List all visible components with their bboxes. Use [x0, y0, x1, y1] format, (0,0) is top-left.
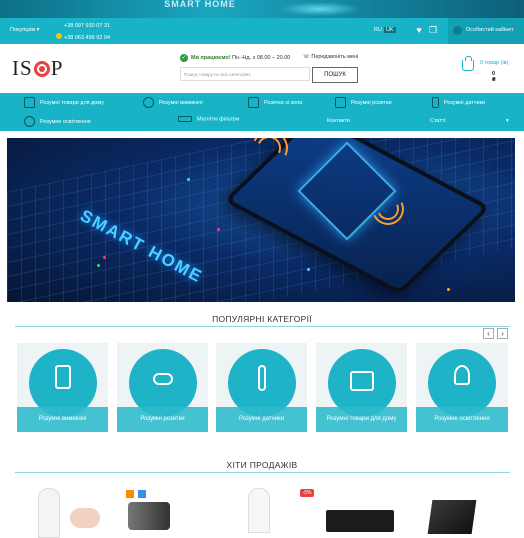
category-card[interactable]: Розумні датчики — [216, 343, 307, 432]
category-card[interactable]: Розумні розетки — [117, 343, 208, 432]
banner-text: SMART HOME — [164, 0, 236, 9]
account-button[interactable]: Особистий кабінет — [448, 18, 524, 44]
top-bar: Покупцям ▾ +38 097 930 07 31 +38 063 499… — [0, 18, 524, 44]
check-icon: ✓ — [180, 54, 188, 62]
search-button[interactable]: ПОШУК — [312, 67, 358, 83]
hero-dot — [187, 178, 190, 181]
app-icon — [138, 490, 146, 498]
nav-smart-home[interactable]: Розумні товари для дому — [24, 97, 104, 108]
hero-dot — [97, 264, 100, 267]
category-label: Розумне освітлення — [416, 407, 508, 432]
nav-label: Статті — [430, 118, 446, 124]
bulb-icon — [454, 365, 470, 385]
callback-link[interactable]: ☏ Передзвоніть мені — [303, 54, 358, 60]
bulb-icon — [24, 116, 35, 127]
nav-label: Розумне освітлення — [40, 118, 91, 125]
house-icon — [350, 371, 374, 391]
product-image[interactable] — [128, 502, 170, 530]
nav-label: Розумні датчики — [444, 99, 486, 106]
cart-count: 0 товар (ів) — [480, 60, 509, 66]
filter-icon — [178, 116, 192, 122]
nav-label: Розумні товари для дому — [40, 99, 105, 106]
nav-label: Розетки зі зола — [264, 99, 303, 106]
nav-lighting[interactable]: Розумне освітлення — [24, 116, 91, 127]
product-image[interactable] — [326, 510, 394, 532]
hero-dot — [103, 256, 106, 259]
product-image[interactable] — [248, 488, 270, 533]
work-label: Ми працюємо! — [191, 55, 231, 61]
discount-badge: -5% — [300, 489, 314, 497]
nav-filters[interactable]: Магнітні фільтри — [178, 116, 239, 122]
hero-dot — [217, 228, 220, 231]
product-image[interactable] — [427, 500, 477, 534]
section-divider — [15, 326, 510, 327]
phone-icon — [24, 97, 35, 108]
search-input[interactable]: Пошук товару по всіх категоріях — [180, 67, 310, 81]
work-hours-text: Пн.-Нд. з 08.00 – 20.00 — [232, 55, 291, 61]
search-placeholder: Пошук товару по всіх категоріях — [184, 72, 251, 77]
sensor-icon — [432, 97, 439, 108]
nav-sockets-usb[interactable]: Розетки зі зола — [248, 97, 302, 108]
phone-1[interactable]: +38 097 930 07 31 — [64, 23, 110, 29]
thermometer-icon — [258, 365, 266, 391]
nav-label: Магнітні фільтри — [197, 116, 240, 123]
category-label: Розумні датчики — [216, 407, 307, 432]
phone-2-text: +38 063 499 92 04 — [64, 35, 111, 41]
nav-switches[interactable]: Розумні вимикачі — [143, 97, 203, 108]
category-label: Розумні вимикачі — [17, 407, 108, 432]
promo-banner[interactable]: SMART HOME — [0, 0, 524, 18]
plug-icon — [335, 97, 346, 108]
plug-icon — [153, 373, 173, 385]
phone-2[interactable]: +38 063 499 92 04 — [56, 33, 110, 41]
nav-articles[interactable]: Статті ▾ — [430, 118, 509, 124]
category-label: Розумні товари для дому — [316, 407, 407, 432]
carousel-prev-button[interactable]: ‹ — [483, 328, 494, 339]
logo-o-icon — [33, 61, 50, 77]
cart-sum: 0 ₴ — [492, 71, 496, 83]
popular-title: ПОПУЛЯРНІ КАТЕГОРІЇ — [212, 314, 312, 324]
hits-title: ХІТИ ПРОДАЖІВ — [226, 460, 298, 470]
category-card[interactable]: Розумні товари для дому — [316, 343, 407, 432]
buyers-menu[interactable]: Покупцям ▾ — [10, 27, 39, 33]
viber-icon — [56, 33, 62, 39]
language-switch[interactable]: RU UK — [374, 27, 396, 33]
nav-label: Розумні вимикачі — [159, 99, 203, 106]
work-hours: ✓ Ми працюємо! Пн.-Нд. з 08.00 – 20.00 — [180, 54, 290, 62]
socket-icon — [248, 97, 259, 108]
product-image-hand — [70, 508, 100, 528]
account-label: Особистий кабінет — [466, 27, 514, 33]
category-label: Розумні розетки — [117, 407, 208, 432]
user-icon — [453, 26, 462, 35]
callback-label: Передзвоніть мені — [311, 54, 359, 60]
site-logo[interactable]: IS P — [12, 56, 63, 81]
cart-icon — [462, 56, 474, 71]
lang-uk[interactable]: UK — [383, 27, 396, 33]
banner-glow — [280, 2, 360, 16]
category-card[interactable]: Розумні вимикачі — [17, 343, 108, 432]
nav-smart-sockets[interactable]: Розумні розетки — [335, 97, 392, 108]
nav-label: Розумні розетки — [351, 99, 392, 106]
hero-dot — [447, 288, 450, 291]
heart-icon[interactable]: ♥ — [414, 25, 424, 35]
tuya-icon — [126, 490, 134, 498]
main-nav: Розумні товари для дому Розумні вимикачі… — [0, 93, 524, 131]
compare-icon[interactable]: ❐ — [428, 25, 438, 35]
headset-icon: ☏ — [303, 54, 310, 60]
carousel-next-button[interactable]: › — [497, 328, 508, 339]
hero-dot — [307, 268, 310, 271]
product-image[interactable] — [38, 488, 60, 538]
switch-icon — [55, 365, 71, 389]
nav-sensors[interactable]: Розумні датчики — [432, 97, 485, 108]
chevron-down-icon: ▾ — [506, 118, 509, 124]
power-icon — [143, 97, 154, 108]
section-divider — [15, 472, 510, 473]
category-card[interactable]: Розумне освітлення — [416, 343, 508, 432]
lang-ru[interactable]: RU — [374, 27, 382, 33]
nav-contacts[interactable]: Контакти — [327, 118, 350, 124]
